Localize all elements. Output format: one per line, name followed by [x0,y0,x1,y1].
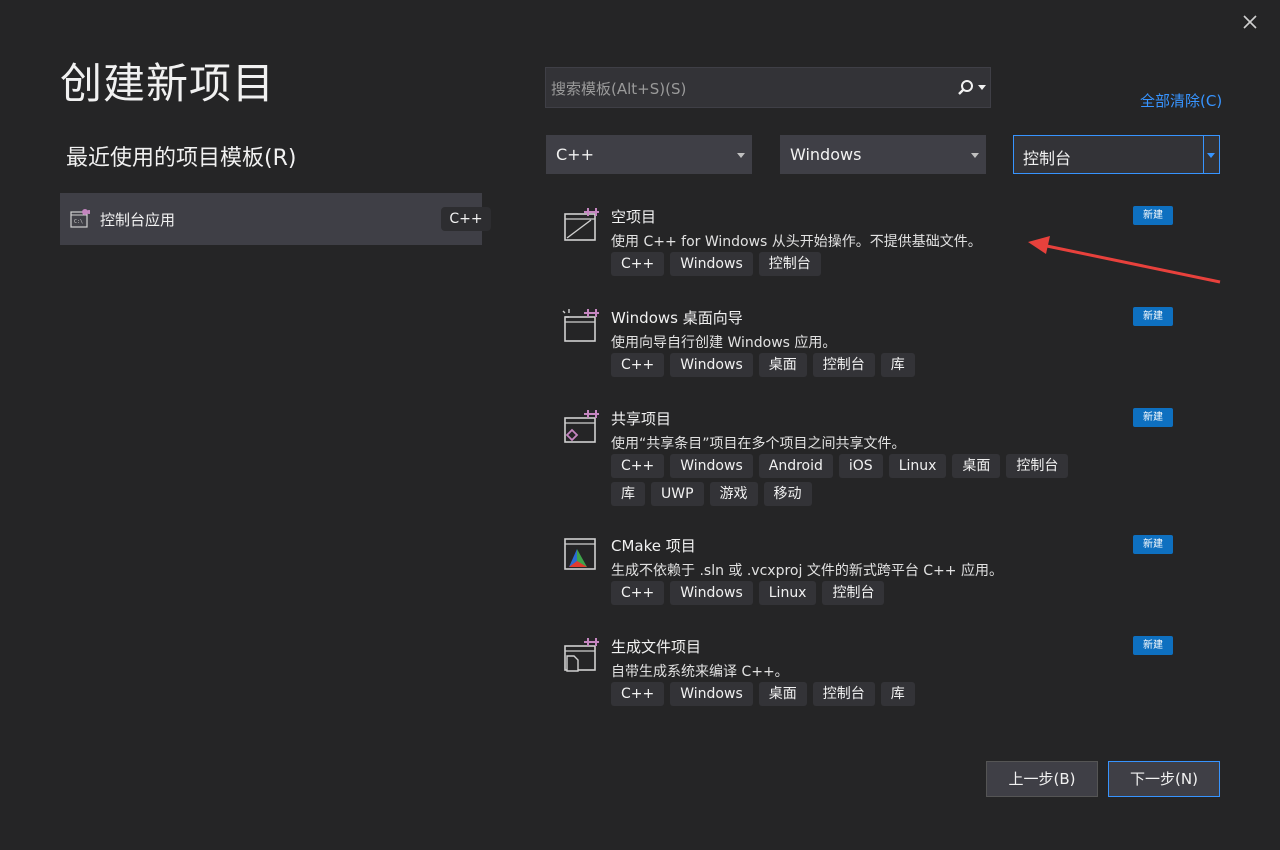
project-tag: UWP [651,482,704,506]
project-tag: C++ [611,353,665,377]
project-name: CMake 项目 [611,537,696,555]
clear-all-link[interactable]: 全部清除(C) [1140,90,1222,111]
search-icon[interactable] [956,78,976,98]
project-tag: 控制台 [1006,454,1069,478]
project-description: 生成不依赖于 .sln 或 .vcxproj 文件的新式跨平台 C++ 应用。 [611,563,1003,579]
project-tag: 控制台 [812,682,875,706]
dropdown-divider [1203,136,1204,173]
new-badge: 新建 [1133,636,1173,655]
recent-templates-heading: 最近使用的项目模板(R) [66,146,297,171]
recent-template-label: 控制台应用 [100,211,176,229]
console-app-icon: C:\ [70,209,90,228]
close-button[interactable] [1236,8,1264,36]
project-tag: 库 [611,482,645,506]
project-name: 空项目 [611,208,657,226]
project-tag: 库 [880,353,915,377]
chevron-down-icon[interactable] [978,85,986,91]
new-badge: 新建 [1133,206,1173,225]
project-tag: Linux [758,581,817,605]
platform-filter-dropdown[interactable]: Windows [780,135,986,174]
project-tag: Linux [888,454,947,478]
back-button[interactable]: 上一步(B) [986,761,1098,797]
project-tags: C++ Windows 桌面 控制台库 [611,682,1131,710]
project-tag: 桌面 [952,454,1001,478]
project-tags: C++ Windows Linux 控制台 [611,581,1131,609]
project-tag: Windows [670,252,753,276]
project-tag: Windows [670,682,753,706]
project-tag: 控制台 [812,353,875,377]
project-template-item[interactable]: Windows 桌面向导 使用向导自行创建 Windows 应用。 新建 C++… [555,301,1185,397]
platform-filter-value: Windows [790,145,862,164]
new-badge: 新建 [1133,535,1173,554]
chevron-down-icon [1207,153,1215,158]
chevron-down-icon [971,153,979,158]
next-button[interactable]: 下一步(N) [1108,761,1220,797]
project-template-item[interactable]: 生成文件项目 自带生成系统来编译 C++。 新建 C++ Windows 桌面 控制台… [555,630,1185,726]
project-name: Windows 桌面向导 [611,309,743,327]
project-type-filter-value: 控制台 [1023,149,1072,168]
language-filter-dropdown[interactable]: C++ [546,135,752,174]
project-tag: 游戏 [709,482,758,506]
project-tag: C++ [611,252,665,276]
recent-template-tag: C++ [441,207,491,231]
project-tag: 控制台 [822,581,885,605]
project-tags: C++ Windows 桌面 控制台库 [611,353,1131,381]
project-template-item[interactable]: 共享项目 使用“共享条目”项目在多个项目之间共享文件。 新建 C++ Window… [555,402,1185,526]
page-title: 创建新项目 [60,59,276,108]
project-name: 共享项目 [611,410,672,428]
project-tag: 移动 [763,482,812,506]
project-tag: Windows [670,581,753,605]
project-description: 使用“共享条目”项目在多个项目之间共享文件。 [611,436,906,452]
new-badge: 新建 [1133,408,1173,427]
makefile-project-icon [564,638,599,672]
cmake-icon [564,538,596,570]
windows-desktop-wizard-icon [562,309,599,342]
language-filter-value: C++ [556,145,594,164]
new-badge: 新建 [1133,307,1173,326]
project-tag: iOS [838,454,883,478]
project-tag: Windows [670,454,753,478]
project-tag: 桌面 [758,353,807,377]
search-box [545,67,991,109]
annotation-arrow [1028,236,1221,284]
project-tag: Windows [670,353,753,377]
project-description: 使用 C++ for Windows 从头开始操作。不提供基础文件。 [611,234,982,250]
chevron-down-icon [737,153,745,158]
project-tag: 桌面 [758,682,807,706]
search-input[interactable] [546,68,943,109]
project-tag: C++ [611,454,665,478]
project-tag: Android [758,454,833,478]
project-tags: C++ Windows Android iOS Linux 桌面 控制台库 UWP 游戏 移动 [611,454,1131,510]
project-tag: C++ [611,581,665,605]
recent-template-item[interactable]: C:\ 控制台应用 C++ [60,193,491,245]
shared-project-icon [564,410,599,443]
project-type-filter-dropdown[interactable]: 控制台 [1013,135,1220,174]
project-tag: 控制台 [758,252,821,276]
project-template-item[interactable]: CMake 项目 生成不依赖于 .sln 或 .vcxproj 文件的新式跨平台… [555,529,1185,625]
project-name: 生成文件项目 [611,638,702,656]
project-description: 自带生成系统来编译 C++。 [611,664,789,680]
project-tag: 库 [880,682,915,706]
empty-project-icon [564,208,599,241]
svg-text:C:\: C:\ [74,219,83,225]
project-description: 使用向导自行创建 Windows 应用。 [611,335,837,351]
project-tag: C++ [611,682,665,706]
close-icon [1243,15,1257,29]
